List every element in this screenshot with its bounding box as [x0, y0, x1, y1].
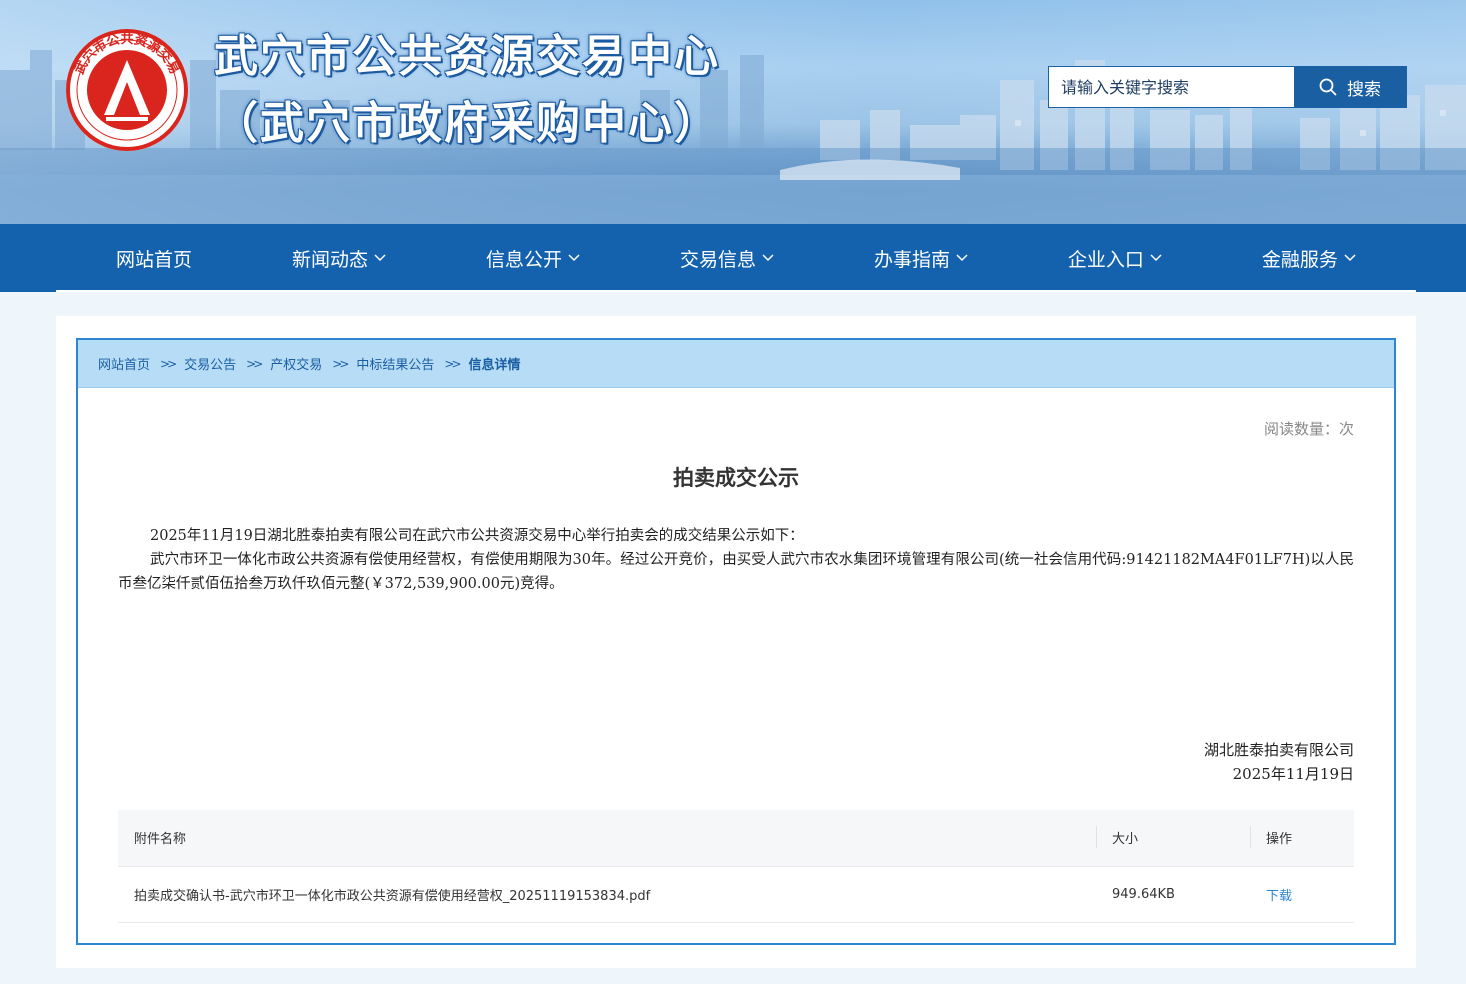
nav-item-label: 交易信息	[679, 248, 756, 271]
nav-divider	[56, 290, 1416, 292]
nav-item-guide[interactable]: 办事指南	[874, 245, 968, 272]
article-signature: 湖北胜泰拍卖有限公司 2025年11月19日	[1204, 738, 1354, 786]
read-count: 阅读数量：次	[1263, 420, 1354, 438]
article-body: 2025年11月19日湖北胜泰拍卖有限公司在武穴市公共资源交易中心举行拍卖会的成…	[118, 524, 1354, 596]
nav-item-home[interactable]: 网站首页	[116, 245, 192, 272]
search-icon	[1319, 78, 1337, 96]
breadcrumb-separator-icon: >>	[160, 356, 177, 371]
emblem-icon: 武穴市公共资源交易	[66, 29, 188, 151]
nav-item-finance[interactable]: 金融服务	[1262, 245, 1356, 272]
site-title: 武穴市公共资源交易中心	[214, 31, 720, 82]
nav-item-enterprise[interactable]: 企业入口	[1068, 245, 1162, 272]
attachment-name: 拍卖成交确认书-武穴市环卫一体化市政公共资源有偿使用经营权_2025111915…	[118, 866, 1096, 923]
attachments-header-size: 大小	[1096, 810, 1250, 867]
search-button-label: 搜索	[1347, 79, 1381, 100]
attachments-header-row: 附件名称 大小 操作	[118, 810, 1354, 867]
article-paragraph: 武穴市环卫一体化市政公共资源有偿使用经营权，有偿使用期限为30年。经过公开竞价，…	[118, 552, 1354, 592]
search-button[interactable]: 搜索	[1294, 67, 1406, 107]
article-panel: 网站首页 >> 交易公告 >> 产权交易 >> 中标结果公告 >> 信息详情 阅…	[76, 338, 1396, 945]
nav-item-label: 信息公开	[485, 248, 562, 271]
breadcrumb: 网站首页 >> 交易公告 >> 产权交易 >> 中标结果公告 >> 信息详情	[78, 340, 1394, 388]
search-input[interactable]	[1049, 67, 1294, 107]
column-divider	[1096, 826, 1097, 848]
column-divider	[1250, 826, 1251, 848]
breadcrumb-separator-icon: >>	[332, 356, 349, 371]
article-title: 拍卖成交公示	[673, 465, 799, 490]
nav-item-trade-info[interactable]: 交易信息	[680, 245, 774, 272]
table-row: 拍卖成交确认书-武穴市环卫一体化市政公共资源有偿使用经营权_2025111915…	[118, 866, 1354, 923]
breadcrumb-separator-icon: >>	[444, 356, 461, 371]
attachments-header-action-label: 操作	[1266, 832, 1293, 848]
chevron-down-icon	[568, 254, 580, 262]
download-link[interactable]: 下载	[1266, 889, 1292, 904]
breadcrumb-separator-icon: >>	[246, 356, 263, 371]
site-logo[interactable]: 武穴市公共资源交易	[64, 27, 190, 153]
nav-item-label: 办事指南	[873, 248, 950, 271]
breadcrumb-property-trade[interactable]: 产权交易	[270, 354, 322, 373]
attachments-header-action: 操作	[1250, 810, 1354, 867]
attachments-header-name: 附件名称	[118, 810, 1096, 867]
nav-item-news[interactable]: 新闻动态	[292, 245, 386, 272]
attachment-action-cell: 下载	[1250, 866, 1354, 923]
attachments-table: 附件名称 大小 操作 拍卖成交确认书-武穴市环卫一体化市政公共资源有偿使用经营权…	[118, 810, 1354, 923]
chevron-down-icon	[1150, 254, 1162, 262]
nav-item-disclosure[interactable]: 信息公开	[486, 245, 580, 272]
site-subtitle: （武穴市政府采购中心）	[214, 98, 720, 149]
breadcrumb-award-notice[interactable]: 中标结果公告	[356, 354, 434, 373]
main-nav: 网站首页 新闻动态 信息公开 交易信息 办事指南 企业入口 金融服务	[0, 224, 1466, 292]
chevron-down-icon	[1344, 254, 1356, 262]
breadcrumb-trade-notice[interactable]: 交易公告	[184, 354, 236, 373]
attachments-header-size-label: 大小	[1112, 832, 1139, 848]
signature-company: 湖北胜泰拍卖有限公司	[1203, 741, 1354, 759]
chevron-down-icon	[374, 254, 386, 262]
attachment-size: 949.64KB	[1096, 866, 1250, 923]
header-banner: 武穴市公共资源交易 武穴市公共资源交易中心 （武穴市政府采购中心） 搜索	[0, 0, 1466, 224]
nav-item-label: 新闻动态	[291, 248, 368, 271]
breadcrumb-current: 信息详情	[468, 358, 521, 373]
nav-item-label: 企业入口	[1067, 248, 1144, 271]
signature-date: 2025年11月19日	[1232, 765, 1354, 783]
chevron-down-icon	[762, 254, 774, 262]
chevron-down-icon	[956, 254, 968, 262]
nav-item-label: 网站首页	[116, 248, 193, 271]
article-paragraph: 2025年11月19日湖北胜泰拍卖有限公司在武穴市公共资源交易中心举行拍卖会的成…	[150, 528, 804, 544]
breadcrumb-home[interactable]: 网站首页	[98, 354, 150, 373]
search-box: 搜索	[1048, 66, 1407, 108]
nav-item-label: 金融服务	[1261, 248, 1338, 271]
